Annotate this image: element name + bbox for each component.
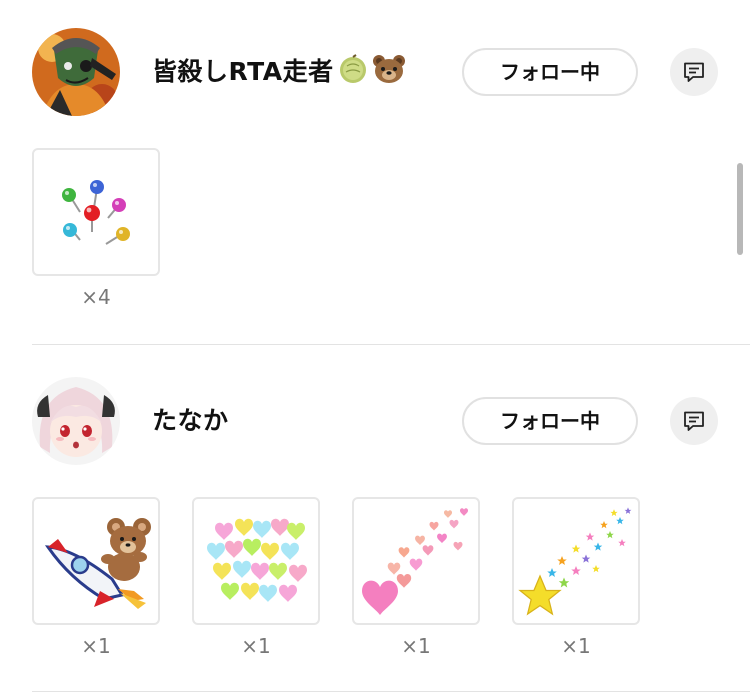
gift-tile-heart-cluster[interactable] xyxy=(192,497,320,625)
gift-count: ×1 xyxy=(401,634,431,658)
message-icon xyxy=(684,62,704,82)
heart-cluster-icon xyxy=(207,518,307,602)
scrollbar[interactable] xyxy=(737,163,743,255)
lollipops-icon xyxy=(62,180,130,245)
following-button[interactable]: フォロー中 xyxy=(462,48,638,96)
avatar[interactable] xyxy=(32,28,120,116)
gift-count: ×4 xyxy=(81,285,111,309)
bear-emoji-icon xyxy=(372,54,406,94)
following-button[interactable]: フォロー中 xyxy=(462,397,638,445)
star-stream-icon xyxy=(518,507,632,616)
supporter-entry: 皆殺しRTA走者 フォロー中 ×4 xyxy=(0,0,750,345)
heart-stream-icon xyxy=(362,508,469,615)
gift-tile-star-stream[interactable] xyxy=(512,497,640,625)
gift-count: ×1 xyxy=(241,634,271,658)
gift-tile-bear-rocket[interactable] xyxy=(32,497,160,625)
gift-count: ×1 xyxy=(81,634,111,658)
message-button[interactable] xyxy=(670,397,718,445)
supporter-entry: たなか フォロー中 ×1 ×1 ×1 ×1 xyxy=(0,345,750,698)
message-icon xyxy=(684,411,704,431)
username[interactable]: たなか xyxy=(152,403,229,439)
divider xyxy=(32,691,750,692)
username-text: 皆殺しRTA走者 xyxy=(152,57,334,86)
gift-tile-heart-stream[interactable] xyxy=(352,497,480,625)
gift-count: ×1 xyxy=(561,634,591,658)
bear-rocket-icon xyxy=(44,518,151,609)
avatar[interactable] xyxy=(32,377,120,465)
gift-tile-lollipops[interactable] xyxy=(32,148,160,276)
message-button[interactable] xyxy=(670,48,718,96)
melon-emoji-icon xyxy=(338,54,368,94)
username[interactable]: 皆殺しRTA走者 xyxy=(152,54,406,94)
